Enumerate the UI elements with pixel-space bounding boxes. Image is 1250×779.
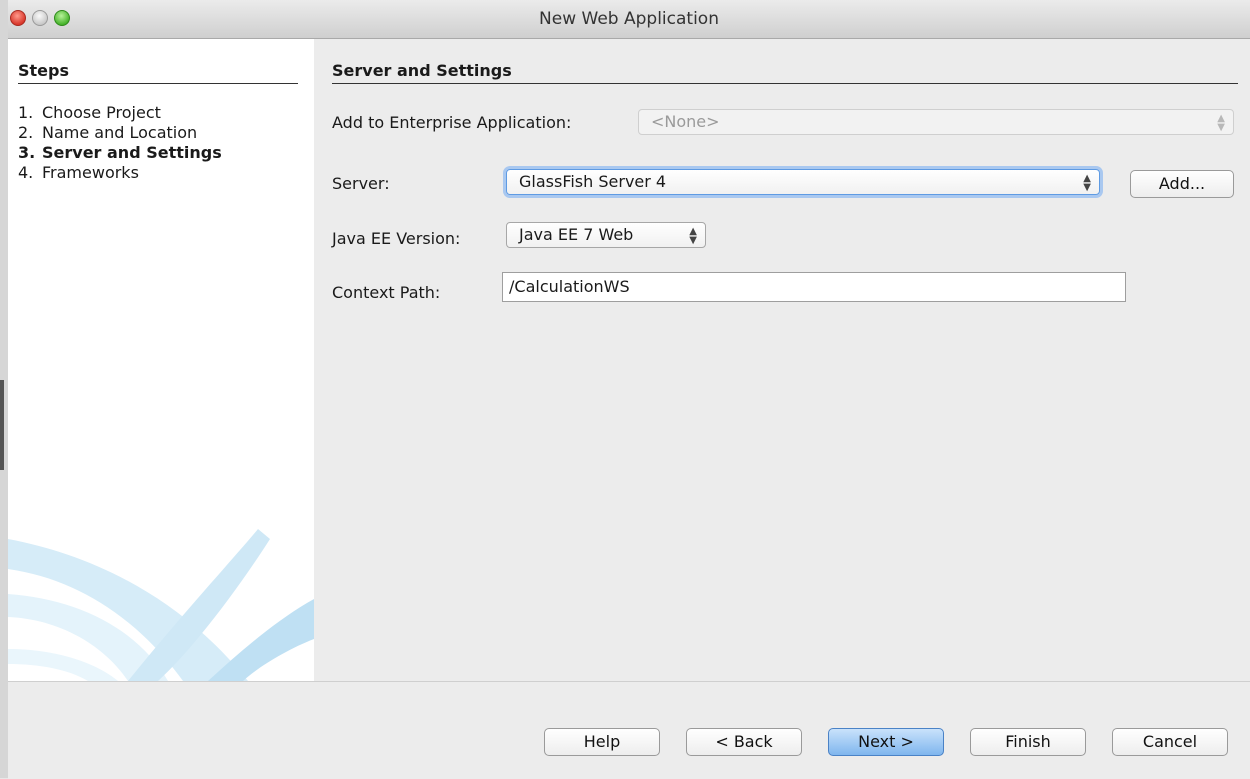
step-number: 4. <box>18 163 34 182</box>
step-item-2: 2. Name and Location <box>18 123 222 143</box>
title-bar[interactable]: New Web Application <box>8 0 1250 39</box>
step-item-3: 3. Server and Settings <box>18 143 222 163</box>
cancel-button[interactable]: Cancel <box>1112 728 1228 756</box>
button-bar: Help < Back Next > Finish Cancel <box>8 681 1250 779</box>
select-arrows-icon: ▲ ▼ <box>1083 173 1091 193</box>
step-label: Choose Project <box>42 103 161 122</box>
steps-panel: Steps 1. Choose Project 2. Name and Locati… <box>8 39 314 681</box>
help-button[interactable]: Help <box>544 728 660 756</box>
server-value: GlassFish Server 4 <box>519 172 667 191</box>
step-number: 1. <box>18 103 34 122</box>
step-item-1: 1. Choose Project <box>18 103 222 123</box>
step-number: 3. <box>18 143 36 162</box>
content-panel: Server and Settings Add to Enterprise Ap… <box>314 39 1250 681</box>
server-select[interactable]: GlassFish Server 4 ▲ ▼ <box>506 169 1100 195</box>
step-number: 2. <box>18 123 34 142</box>
window-title: New Web Application <box>539 9 719 29</box>
wizard-window: New Web Application Steps 1. Choose Proje… <box>0 0 1250 779</box>
step-label: Frameworks <box>42 163 139 182</box>
javaee-version-select[interactable]: Java EE 7 Web ▲ ▼ <box>506 222 706 248</box>
section-title: Server and Settings <box>332 61 1238 84</box>
javaee-version-value: Java EE 7 Web <box>519 225 634 244</box>
step-label: Server and Settings <box>42 143 222 162</box>
context-path-input[interactable]: /CalculationWS <box>502 272 1126 302</box>
steps-header: Steps <box>18 61 298 84</box>
context-path-label: Context Path: <box>332 283 441 302</box>
steps-list: 1. Choose Project 2. Name and Location 3. S… <box>18 103 222 183</box>
server-label: Server: <box>332 174 390 193</box>
add-server-button[interactable]: Add... <box>1130 170 1234 198</box>
step-label: Name and Location <box>42 123 198 142</box>
finish-button[interactable]: Finish <box>970 728 1086 756</box>
window-edge-marker <box>0 380 4 470</box>
next-button[interactable]: Next > <box>828 728 944 756</box>
enterprise-app-value: <None> <box>651 112 720 131</box>
javaee-version-label: Java EE Version: <box>332 229 461 248</box>
select-arrows-icon: ▲ ▼ <box>1217 113 1225 133</box>
enterprise-app-select: <None> ▲ ▼ <box>638 109 1234 135</box>
enterprise-app-label: Add to Enterprise Application: <box>332 113 572 132</box>
back-button[interactable]: < Back <box>686 728 802 756</box>
step-item-4: 4. Frameworks <box>18 163 222 183</box>
select-arrows-icon: ▲ ▼ <box>689 226 697 246</box>
wizard-decoration-graphic <box>8 529 314 681</box>
